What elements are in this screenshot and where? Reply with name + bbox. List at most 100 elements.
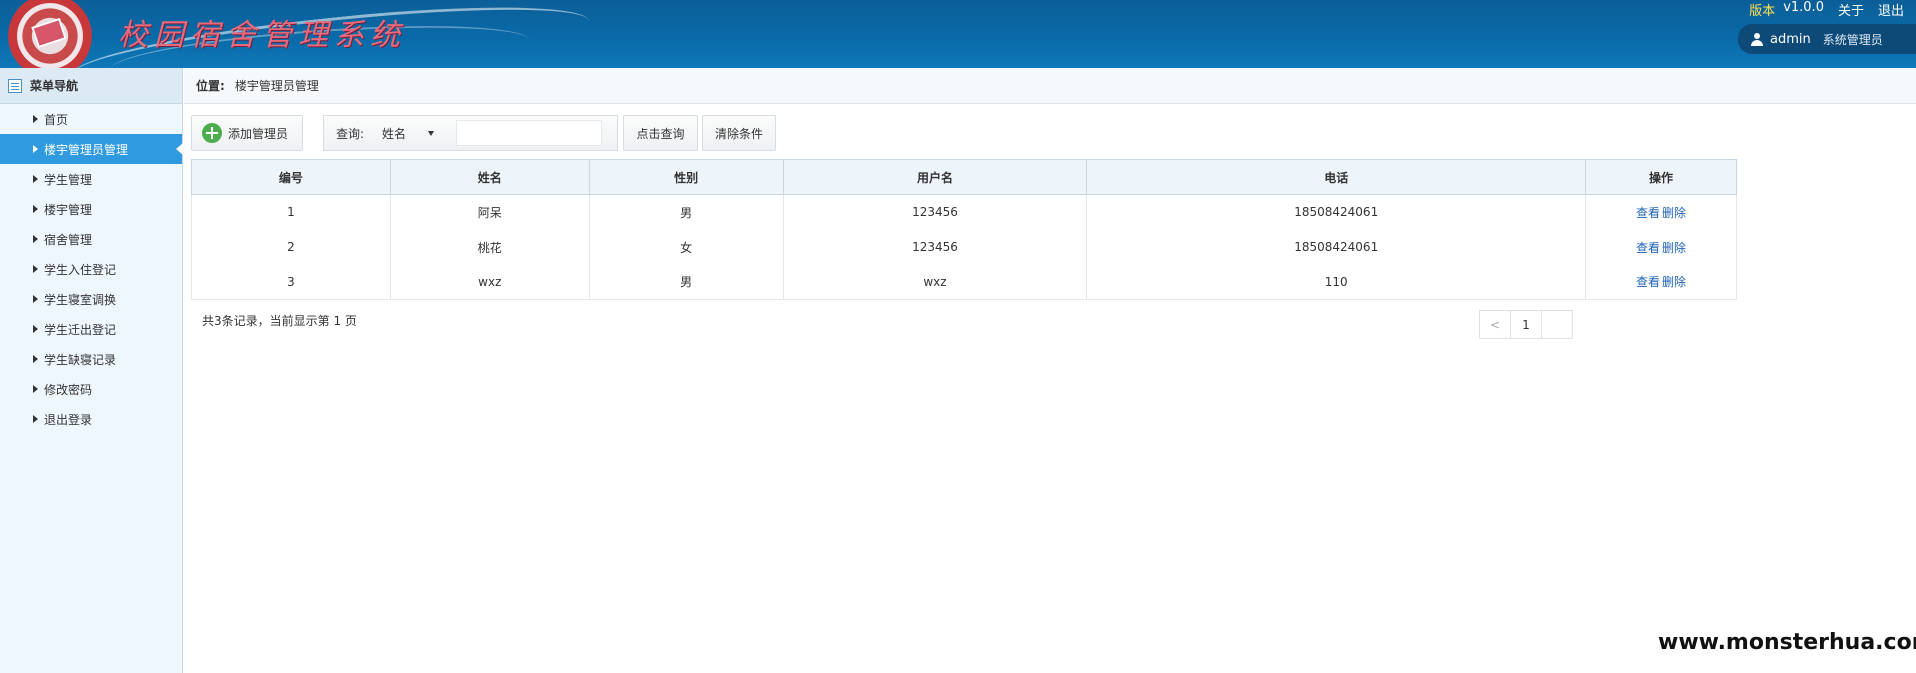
sidebar-item[interactable]: 楼宇管理 — [0, 194, 182, 224]
table-header-row: 编号 姓名 性别 用户名 电话 操作 — [191, 159, 1737, 195]
cell-id: 1 — [191, 194, 391, 230]
watermark: www.monsterhua.com — [1658, 630, 1916, 655]
add-admin-label: 添加管理员 — [228, 126, 289, 141]
user-role: 系统管理员 — [1822, 32, 1883, 47]
sidebar-item[interactable]: 修改密码 — [0, 374, 182, 404]
caret-right-icon — [33, 235, 38, 243]
cell-phone: 18508424061 — [1086, 229, 1587, 265]
table-body: 1 阿呆男 123456 18508424061 查看 删除 2 桃花女 123456 18508… — [191, 194, 1737, 300]
breadcrumb-current: 楼宇管理员管理 — [234, 79, 319, 93]
cell-gender: 女 — [588, 229, 784, 265]
column-header: 性别 — [588, 159, 784, 195]
sidebar-item[interactable]: 学生迁出登记 — [0, 314, 182, 344]
admin-table: 编号 姓名 性别 用户名 电话 操作 1 阿呆男 123456 18508424061 查看 删除 2… — [191, 159, 1737, 300]
cell-actions: 查看 删除 — [1585, 229, 1737, 265]
caret-right-icon — [33, 145, 38, 153]
search-button[interactable]: 点击查询 — [623, 115, 698, 151]
app-title: 校园宿舍管理系统 — [118, 18, 406, 53]
user-bar: admin 系统管理员 — [1738, 24, 1916, 54]
sidebar: 菜单导航 首页 楼宇管理员管理 学生管理 楼宇管理 宿舍管理 学生入住登记 学生寝室调换 学生… — [0, 68, 183, 673]
cell-phone: 18508424061 — [1086, 194, 1587, 230]
column-header: 用户名 — [782, 159, 1088, 195]
cell-username: 123456 — [782, 194, 1088, 230]
sidebar-item[interactable]: 学生管理 — [0, 164, 182, 194]
cell-username: 123456 — [782, 229, 1088, 265]
column-header: 电话 — [1086, 159, 1587, 195]
delete-link[interactable]: 删除 — [1662, 241, 1686, 255]
sidebar-item-label: 修改密码 — [44, 382, 93, 397]
cell-username: wxz — [782, 264, 1088, 300]
sidebar-item-label: 学生管理 — [44, 172, 93, 187]
sidebar-item[interactable]: 学生入住登记 — [0, 254, 182, 284]
table-row: 1 阿呆男 123456 18508424061 查看 删除 — [191, 194, 1737, 230]
caret-right-icon — [33, 295, 38, 303]
pagination: < 1 — [1479, 310, 1573, 339]
add-admin-button[interactable]: 添加管理员 — [191, 115, 303, 151]
cell-id: 2 — [191, 229, 391, 265]
column-header: 编号 — [191, 159, 391, 195]
caret-right-icon — [33, 355, 38, 363]
version-number: v1.0.0 — [1783, 0, 1824, 15]
caret-right-icon — [33, 325, 38, 333]
cell-name: 阿呆 — [389, 194, 590, 230]
sidebar-item[interactable]: 学生寝室调换 — [0, 284, 182, 314]
about-link[interactable]: 关于 — [1838, 0, 1864, 19]
cell-phone: 110 — [1086, 264, 1587, 300]
chevron-down-icon — [428, 130, 435, 136]
table-row: 3 wxz 男 wxz 110 查看 删除 — [191, 264, 1737, 300]
query-field-value: 姓名 — [382, 126, 407, 141]
sidebar-item[interactable]: 宿舍管理 — [0, 224, 182, 254]
caret-right-icon — [33, 175, 38, 183]
table-row: 2 桃花女 123456 18508424061 查看 删除 — [191, 229, 1737, 265]
school-logo — [8, 0, 92, 68]
cell-actions: 查看 删除 — [1585, 194, 1737, 230]
delete-link[interactable]: 删除 — [1662, 206, 1686, 220]
query-label: 查询: — [336, 126, 365, 141]
logout-link[interactable]: 退出 — [1878, 0, 1904, 19]
caret-right-icon — [33, 415, 38, 423]
plus-icon — [202, 123, 222, 143]
caret-right-icon — [33, 265, 38, 273]
sidebar-item-label: 宿舍管理 — [44, 232, 93, 247]
user-icon — [1750, 32, 1764, 46]
search-input[interactable] — [456, 120, 603, 146]
cell-id: 3 — [191, 264, 391, 300]
logo-book-icon — [31, 17, 67, 49]
caret-right-icon — [33, 205, 38, 213]
view-link[interactable]: 查看 — [1636, 241, 1660, 255]
sidebar-item-label: 学生寝室调换 — [44, 292, 117, 307]
cell-gender: 男 — [588, 194, 784, 230]
menu-title: 菜单导航 — [30, 79, 79, 93]
record-summary: 共3条记录，当前显示第 1 页 — [202, 314, 357, 328]
sidebar-item[interactable]: 楼宇管理员管理 — [0, 134, 183, 164]
sidebar-item[interactable]: 首页 — [0, 104, 182, 134]
sidebar-item-label: 退出登录 — [44, 412, 93, 427]
view-link[interactable]: 查看 — [1636, 275, 1660, 289]
caret-right-icon — [33, 385, 38, 393]
column-header: 操作 — [1585, 159, 1737, 195]
cell-actions: 查看 删除 — [1585, 264, 1737, 300]
column-header: 姓名 — [389, 159, 590, 195]
app-header: 校园宿舍管理系统 版本 v1.0.0 关于 退出 admin 系统管理员 — [0, 0, 1916, 68]
sidebar-item-label: 学生入住登记 — [44, 262, 117, 277]
caret-right-icon — [33, 115, 38, 123]
sidebar-item-label: 楼宇管理员管理 — [44, 142, 129, 157]
search-box: 查询: 姓名 — [323, 115, 618, 151]
menu-list-icon — [8, 78, 22, 93]
query-field-select[interactable]: 姓名 — [374, 120, 442, 146]
breadcrumb-label: 位置: — [196, 79, 225, 93]
sidebar-item[interactable]: 学生缺寝记录 — [0, 344, 182, 374]
sidebar-item-label: 楼宇管理 — [44, 202, 93, 217]
next-page-button[interactable] — [1541, 310, 1573, 339]
cell-name: 桃花 — [389, 229, 590, 265]
sidebar-item-label: 学生迁出登记 — [44, 322, 117, 337]
sidebar-item[interactable]: 退出登录 — [0, 404, 182, 434]
prev-page-button[interactable]: < — [1479, 310, 1511, 339]
cell-name: wxz — [389, 264, 590, 300]
delete-link[interactable]: 删除 — [1662, 275, 1686, 289]
top-nav: 版本 v1.0.0 关于 退出 — [1735, 0, 1904, 19]
clear-conditions-button[interactable]: 清除条件 — [702, 115, 776, 151]
version-label: 版本 — [1749, 4, 1776, 19]
view-link[interactable]: 查看 — [1636, 206, 1660, 220]
page-number-1[interactable]: 1 — [1510, 310, 1542, 339]
